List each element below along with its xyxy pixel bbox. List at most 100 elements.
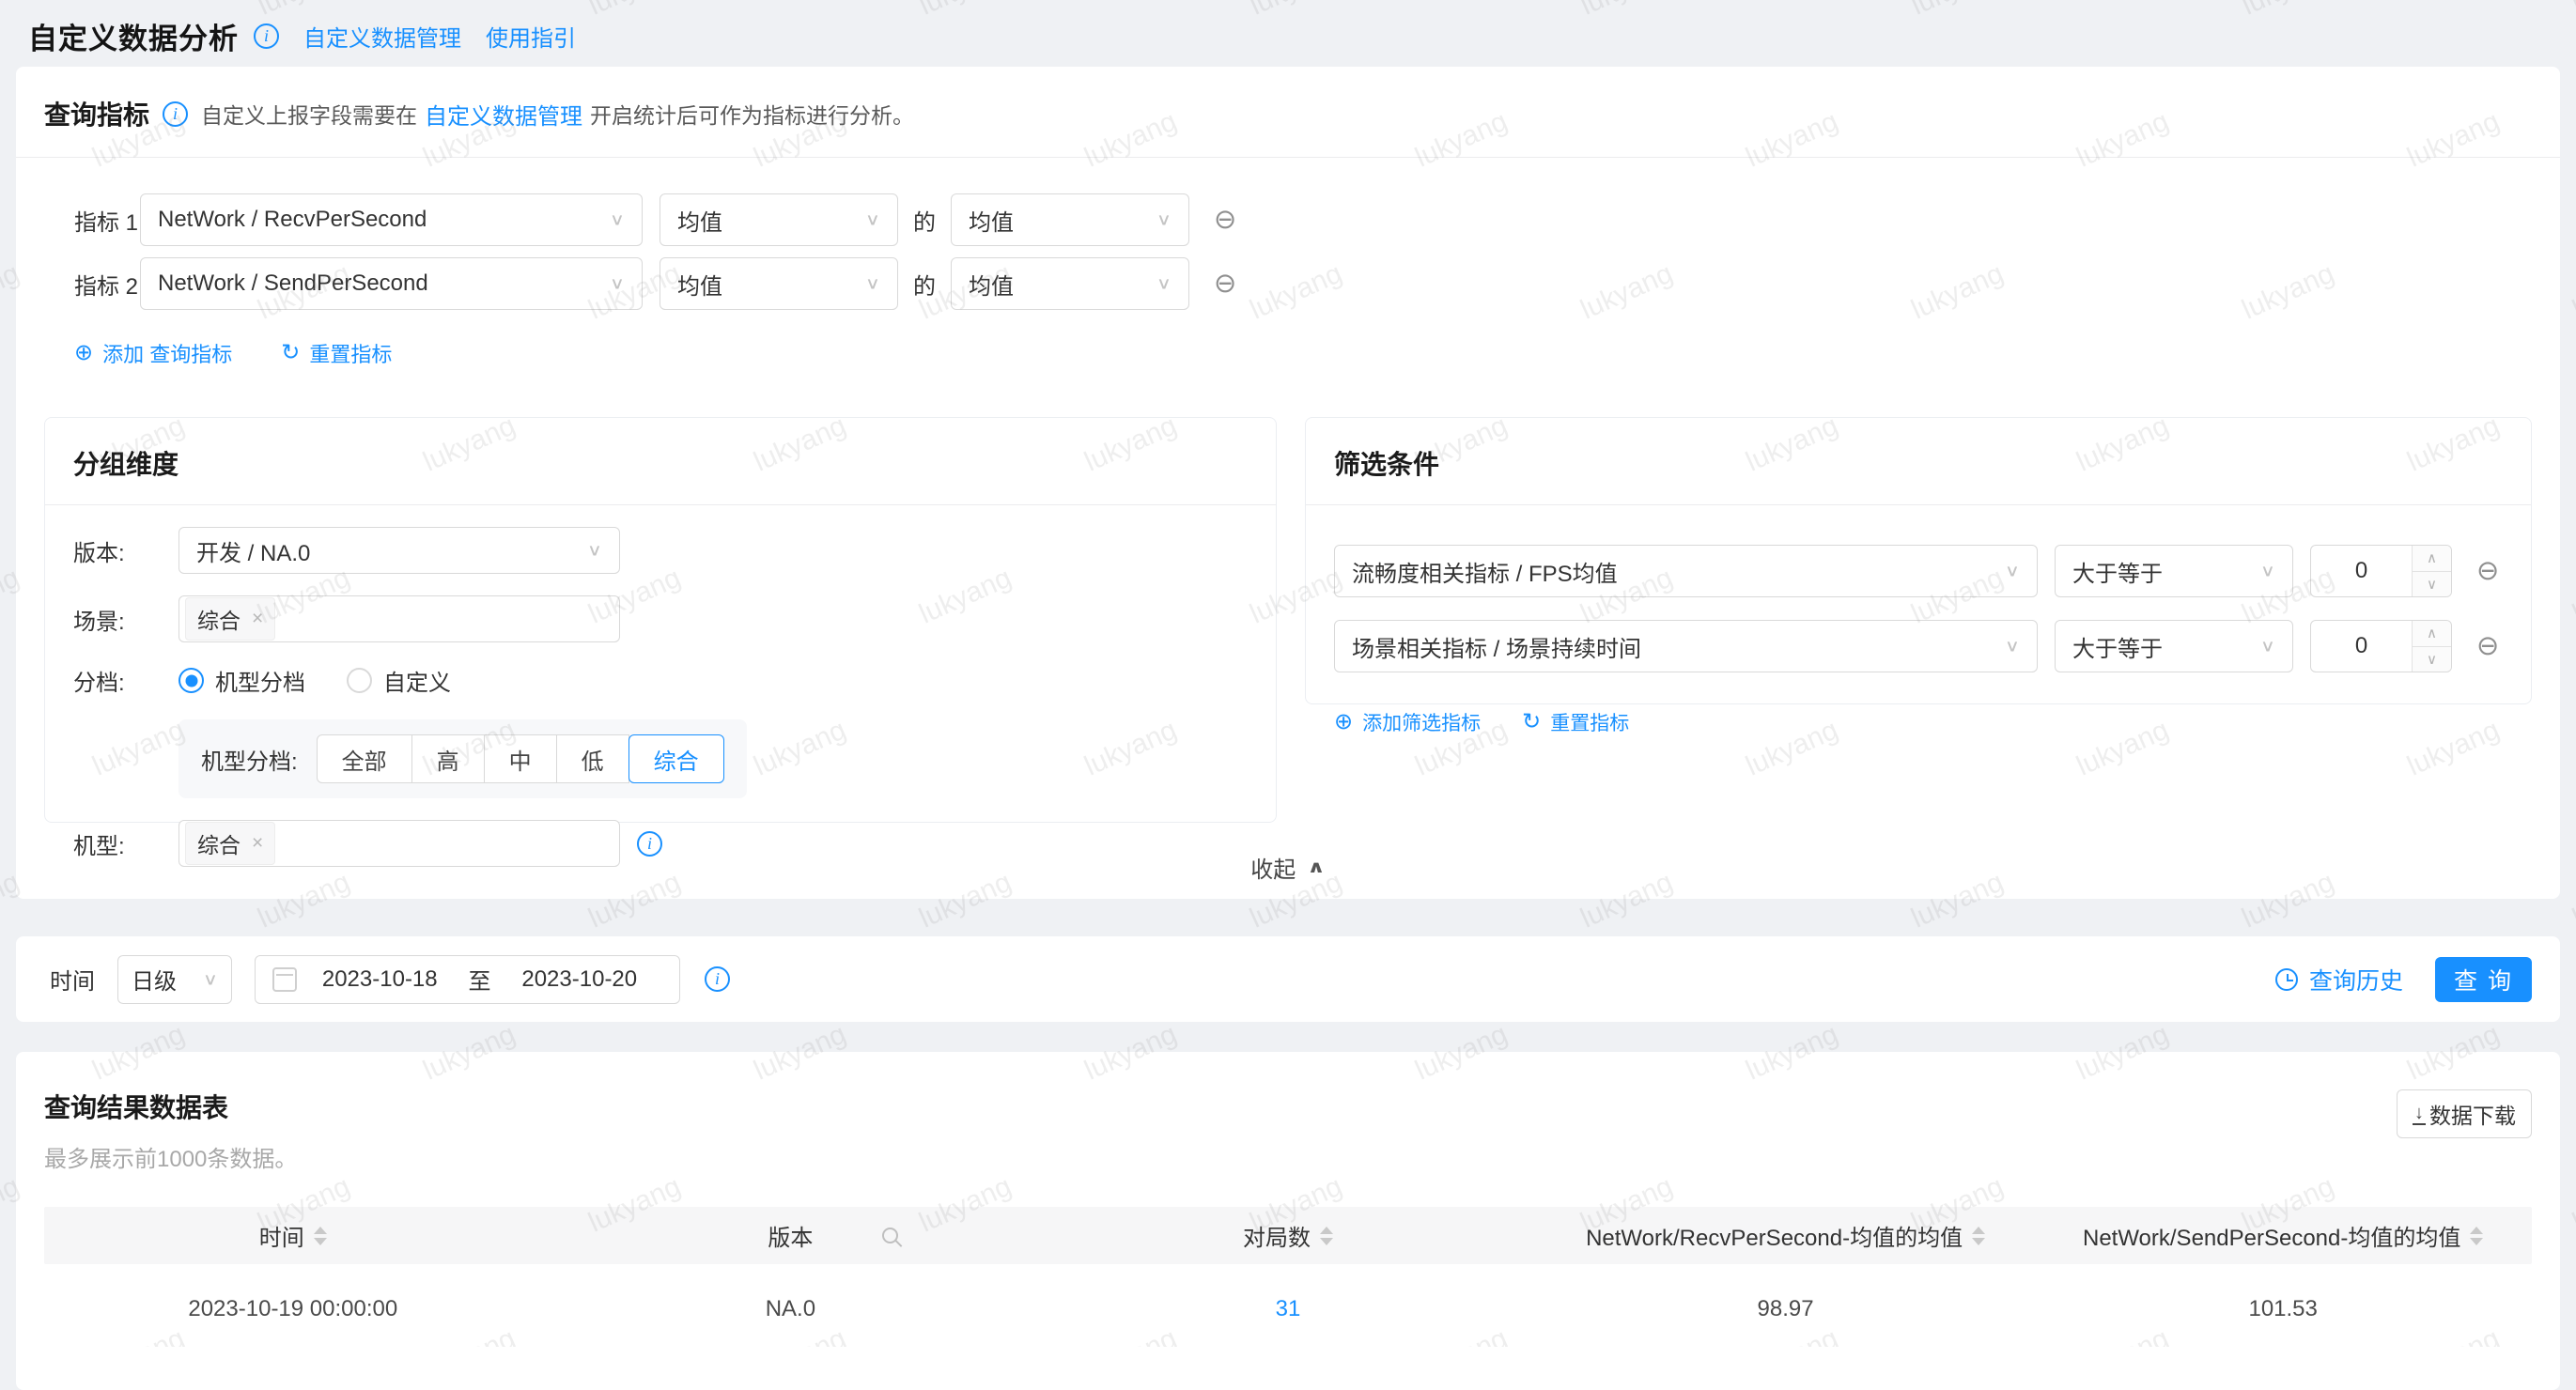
spinner-up-icon[interactable]: ∧ [2413,621,2451,647]
cell-time: 2023-10-19 00:00:00 [44,1296,542,1322]
reset-metrics-link[interactable]: ↻ 重置指标 [281,338,392,368]
reset-filters-label: 重置指标 [1550,708,1629,736]
radio-device-tier-label: 机型分档 [215,664,305,697]
data-download-button[interactable]: ↓ 数据下载 [2397,1089,2532,1138]
version-row: 版本: 开发 / NA.0 ∨ [73,527,1248,574]
scene-tag: 综合 × [185,597,275,641]
tier-button-mid[interactable]: 中 [484,734,557,783]
results-card: 查询结果数据表 最多展示前1000条数据。 ↓ 数据下载 时间 版本 对局数 N… [16,1052,2560,1390]
version-select[interactable]: 开发 / NA.0 ∨ [178,527,620,574]
chevron-down-icon: ∨ [203,969,218,989]
chevron-down-icon: ∨ [865,210,880,230]
filter-2-operator-value: 大于等于 [2072,630,2163,663]
sort-icon[interactable] [314,1227,327,1245]
tier-button-composite[interactable]: 综合 [628,734,724,783]
filter-row-1: 流畅度相关指标 / FPS均值 ∨ 大于等于 ∨ 0 ∧ ∨ ⊖ [1334,545,2503,597]
tier-segment-panel: 机型分档: 全部 高 中 低 综合 [178,719,747,798]
add-filter-label: 添加筛选指标 [1362,708,1481,736]
hint-link-data-management[interactable]: 自定义数据管理 [425,98,582,131]
scene-input[interactable]: 综合 × [178,595,620,642]
chevron-down-icon: ∨ [1156,274,1172,294]
column-header-matches-label: 对局数 [1243,1219,1311,1252]
date-end[interactable]: 2023-10-20 [497,966,663,993]
granularity-select[interactable]: 日级 ∨ [117,955,232,1004]
column-header-recv[interactable]: NetWork/RecvPerSecond-均值的均值 [1537,1219,2035,1252]
metric-2-agg1-select[interactable]: 均值 ∨ [660,257,898,310]
filter-1-value-input[interactable]: 0 ∧ ∨ [2310,545,2452,597]
metric-1-field-value: NetWork / RecvPerSecond [158,207,427,233]
filter-1-value: 0 [2311,546,2412,596]
metric-1-field-select[interactable]: NetWork / RecvPerSecond ∨ [140,193,643,246]
query-metrics-title: 查询指标 [44,95,149,132]
link-usage-guide[interactable]: 使用指引 [486,20,576,53]
metric-1-conjunction: 的 [913,204,936,237]
group-dimensions-divider [45,504,1276,505]
query-config-card: 查询指标 i 自定义上报字段需要在 自定义数据管理 开启统计后可作为指标进行分析… [16,67,2560,899]
remove-filter-2-icon[interactable]: ⊖ [2476,633,2499,660]
model-tag-close-icon[interactable]: × [252,832,263,855]
column-header-send[interactable]: NetWork/SendPerSecond-均值的均值 [2034,1219,2532,1252]
radio-custom[interactable]: 自定义 [347,664,451,697]
metric-1-agg1-select[interactable]: 均值 ∨ [660,193,898,246]
sort-icon[interactable] [1320,1227,1333,1245]
spinner-up-icon[interactable]: ∧ [2413,546,2451,572]
scene-tag-close-icon[interactable]: × [252,608,263,630]
column-header-recv-label: NetWork/RecvPerSecond-均值的均值 [1586,1219,1963,1252]
column-header-matches[interactable]: 对局数 [1039,1219,1537,1252]
tier-segmented-control: 全部 高 中 低 综合 [317,734,724,783]
chevron-down-icon: ∨ [610,274,625,294]
cell-version: NA.0 [542,1296,1040,1322]
model-input[interactable]: 综合 × [178,820,620,867]
metric-1-agg2-select[interactable]: 均值 ∨ [951,193,1189,246]
collapse-label: 收起 [1250,851,1296,884]
sort-icon[interactable] [2470,1227,2483,1245]
tier-button-all[interactable]: 全部 [317,734,412,783]
chevron-down-icon: ∨ [2005,637,2020,656]
cell-matches-link[interactable]: 31 [1039,1296,1537,1322]
calendar-icon [272,967,297,992]
remove-metric-1-icon[interactable]: ⊖ [1214,207,1236,234]
metric-row-2: 指标 2 NetWork / SendPerSecond ∨ 均值 ∨ 的 均值… [44,257,2532,310]
filter-1-spinner: ∧ ∨ [2412,546,2451,596]
filter-actions: ⊕ 添加筛选指标 ↻ 重置指标 [1334,708,2503,736]
query-metrics-header: 查询指标 i 自定义上报字段需要在 自定义数据管理 开启统计后可作为指标进行分析… [44,95,2532,132]
filter-2-metric-select[interactable]: 场景相关指标 / 场景持续时间 ∨ [1334,620,2038,672]
model-info-icon[interactable]: i [637,831,662,857]
column-header-time-label: 时间 [259,1219,304,1252]
radio-device-tier[interactable]: 机型分档 [178,664,305,697]
metric-rows: 指标 1 NetWork / RecvPerSecond ∨ 均值 ∨ 的 均值… [44,193,2532,310]
query-button[interactable]: 查 询 [2435,957,2532,1002]
filter-1-metric-select[interactable]: 流畅度相关指标 / FPS均值 ∨ [1334,545,2038,597]
query-metrics-info-icon[interactable]: i [163,101,188,127]
query-history-link[interactable]: 查询历史 [2275,963,2403,996]
refresh-icon: ↻ [1522,711,1541,734]
date-start[interactable]: 2023-10-18 [297,966,463,993]
column-header-version[interactable]: 版本 [542,1219,1040,1252]
date-range-picker[interactable]: 2023-10-18 至 2023-10-20 [255,955,680,1004]
reset-metrics-label: 重置指标 [309,338,392,368]
metric-2-agg2-select[interactable]: 均值 ∨ [951,257,1189,310]
search-icon[interactable] [882,1228,898,1243]
remove-metric-2-icon[interactable]: ⊖ [1214,270,1236,298]
add-query-metric-link[interactable]: ⊕ 添加 查询指标 [74,338,232,368]
filter-1-operator-select[interactable]: 大于等于 ∨ [2055,545,2293,597]
reset-filters-link[interactable]: ↻ 重置指标 [1522,708,1629,736]
remove-filter-1-icon[interactable]: ⊖ [2476,558,2499,585]
column-header-time[interactable]: 时间 [44,1219,542,1252]
time-bar-actions: 查询历史 查 询 [2275,957,2532,1002]
add-filter-link[interactable]: ⊕ 添加筛选指标 [1334,708,1481,736]
link-custom-data-management[interactable]: 自定义数据管理 [303,20,461,53]
spinner-down-icon[interactable]: ∨ [2413,572,2451,597]
tier-button-low[interactable]: 低 [556,734,629,783]
tier-button-high[interactable]: 高 [411,734,485,783]
add-query-metric-label: 添加 查询指标 [102,338,232,368]
filter-2-operator-select[interactable]: 大于等于 ∨ [2055,620,2293,672]
filter-2-spinner: ∧ ∨ [2412,621,2451,672]
page-title-info-icon[interactable]: i [254,23,279,49]
sort-icon[interactable] [1972,1227,1985,1245]
metric-2-field-select[interactable]: NetWork / SendPerSecond ∨ [140,257,643,310]
time-info-icon[interactable]: i [705,966,730,992]
filter-1-metric-value: 流畅度相关指标 / FPS均值 [1352,555,1618,588]
spinner-down-icon[interactable]: ∨ [2413,647,2451,672]
filter-2-value-input[interactable]: 0 ∧ ∨ [2310,620,2452,672]
